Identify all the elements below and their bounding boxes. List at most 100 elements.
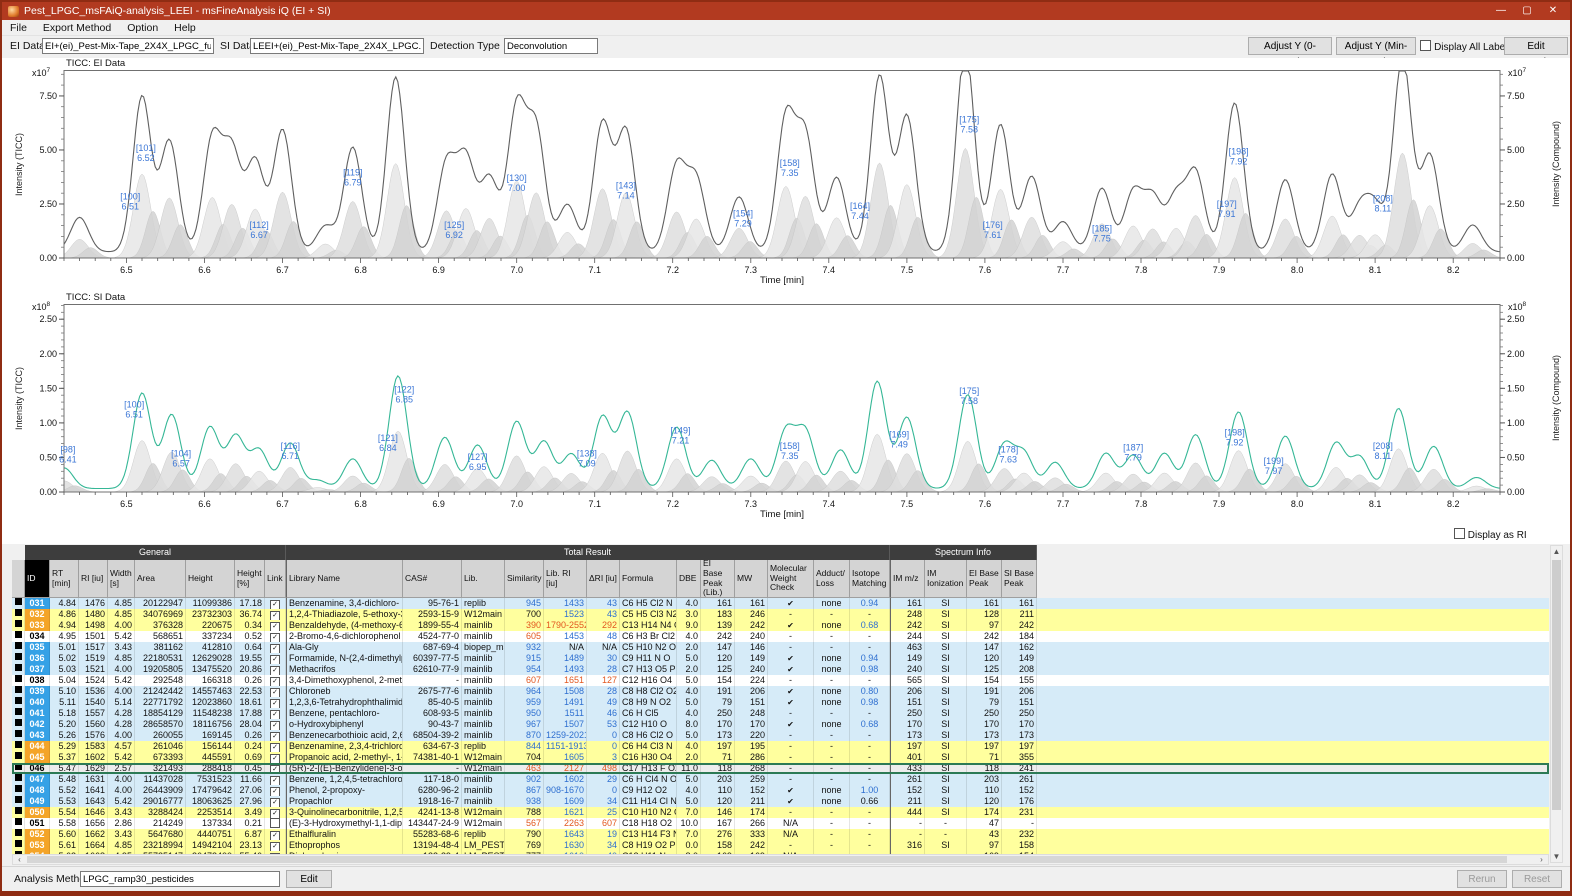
table-row-033[interactable]: 0334.9414984.003763282206750.34✓Benzalde…: [12, 620, 1549, 631]
column-header-adduct[interactable]: Adduct/ Loss: [814, 560, 850, 598]
column-header-eibpl[interactable]: EI Base Peak (Lib.): [701, 560, 735, 598]
column-header-mwc[interactable]: Molecular Weight Check: [768, 560, 814, 598]
column-header-cas[interactable]: CAS#: [403, 560, 462, 598]
column-header-dri[interactable]: ΔRI [iu]: [587, 560, 620, 598]
table-row-032[interactable]: 0324.8614804.85340769692373230336.74✓1,2…: [12, 609, 1549, 620]
chart-svg-0[interactable]: 6.56.66.76.86.97.07.17.27.37.47.57.67.77…: [30, 70, 1542, 276]
column-header-imion[interactable]: IM Ionization: [925, 560, 967, 598]
link-checkbox[interactable]: ✓: [270, 677, 280, 686]
horizontal-scroll-thumb[interactable]: [27, 856, 1507, 863]
column-header-dbe[interactable]: DBE: [677, 560, 701, 598]
column-header-eibp[interactable]: EI Base Peak: [967, 560, 1002, 598]
column-header-link[interactable]: Link: [265, 560, 286, 598]
column-header-ind[interactable]: [12, 560, 25, 598]
link-checkbox[interactable]: ✓: [270, 655, 280, 664]
link-checkbox[interactable]: ✓: [270, 754, 280, 763]
link-checkbox[interactable]: ✓: [270, 732, 280, 741]
column-header-lib_name[interactable]: Library Name: [286, 560, 403, 598]
table-row-051[interactable]: 0515.5816562.862142491373340.21(E)-3-Hyd…: [12, 818, 1549, 829]
table-row-049[interactable]: 0495.5316435.42290167771806362527.96✓Pro…: [12, 796, 1549, 807]
column-header-formula[interactable]: Formula: [620, 560, 677, 598]
column-header-sibp[interactable]: SI Base Peak: [1002, 560, 1037, 598]
column-header-rt[interactable]: RT [min]: [50, 560, 79, 598]
column-header-hp[interactable]: Height [%]: [235, 560, 265, 598]
column-header-ri[interactable]: RI [iu]: [79, 560, 108, 598]
table-row-042[interactable]: 0425.2015604.28286585701811675628.04✓o-H…: [12, 719, 1549, 730]
column-header-sim[interactable]: Similarity: [505, 560, 544, 598]
vertical-scrollbar[interactable]: ▲ ▼: [1550, 545, 1563, 863]
edit-analysis-method-button[interactable]: Edit: [286, 870, 332, 888]
table-row-039[interactable]: 0395.1015364.00212424421455746322.53✓Chl…: [12, 686, 1549, 697]
link-checkbox[interactable]: ✓: [270, 611, 280, 620]
table-row-047[interactable]: 0475.4816314.0011437028753152311.66✓Benz…: [12, 774, 1549, 785]
vertical-scroll-thumb[interactable]: [1552, 560, 1561, 810]
table-row-041[interactable]: 0415.1815574.28188541291154823817.88✓Ben…: [12, 708, 1549, 719]
table-row-052[interactable]: 0525.6016623.43564768044407516.87✓Ethalf…: [12, 829, 1549, 840]
table-row-048[interactable]: 0485.5216414.00264439091747964227.06✓Phe…: [12, 785, 1549, 796]
adjust-y-0max-button[interactable]: Adjust Y (0-Max): [1248, 37, 1332, 55]
link-checkbox[interactable]: [270, 818, 280, 828]
menu-option[interactable]: Option: [119, 22, 166, 34]
table-row-037[interactable]: 0375.0315214.00192058051347552020.86✓Met…: [12, 664, 1549, 675]
column-header-h[interactable]: Height: [186, 560, 235, 598]
scroll-down-icon[interactable]: ▼: [1551, 852, 1562, 861]
column-header-w[interactable]: Width [s]: [108, 560, 135, 598]
display-all-labels-checkbox[interactable]: [1420, 40, 1431, 51]
link-checkbox[interactable]: ✓: [270, 622, 280, 631]
reset-button[interactable]: Reset: [1512, 870, 1562, 888]
scroll-up-icon[interactable]: ▲: [1551, 547, 1562, 556]
table-row-031[interactable]: 0314.8414764.85201229471109938617.18✓Ben…: [12, 598, 1549, 609]
link-checkbox[interactable]: ✓: [270, 798, 280, 807]
column-header-mw[interactable]: MW: [735, 560, 768, 598]
column-header-imz[interactable]: IM m/z: [890, 560, 925, 598]
link-checkbox[interactable]: ✓: [270, 787, 280, 796]
analysis-method-input[interactable]: [80, 871, 280, 887]
link-checkbox[interactable]: ✓: [270, 809, 280, 818]
column-header-lib[interactable]: Lib.: [462, 560, 505, 598]
link-checkbox[interactable]: ✓: [270, 688, 280, 697]
edit-detection-button[interactable]: Edit Detection: [1504, 37, 1568, 55]
link-checkbox[interactable]: ✓: [270, 765, 280, 774]
menu-help[interactable]: Help: [166, 22, 204, 34]
link-checkbox[interactable]: ✓: [270, 633, 280, 642]
table-row-035[interactable]: 0355.0115173.433811624128100.64✓Ala-Gly6…: [12, 642, 1549, 653]
table-row-034[interactable]: 0344.9515015.425686513372340.52✓2-Bromo-…: [12, 631, 1549, 642]
scroll-right-icon[interactable]: ›: [1536, 855, 1547, 864]
scroll-left-icon[interactable]: ‹: [14, 855, 25, 864]
table-row-050[interactable]: 0505.5416463.43328842422535143.49✓3-Quin…: [12, 807, 1549, 818]
column-header-libri[interactable]: Lib. RI [iu]: [544, 560, 587, 598]
link-checkbox[interactable]: ✓: [270, 831, 280, 840]
chart-svg-1[interactable]: 6.56.66.76.86.97.07.17.27.37.47.57.67.77…: [30, 304, 1542, 510]
display-as-ri-checkbox[interactable]: [1454, 528, 1465, 539]
table-row-036[interactable]: 0365.0215194.85221805311262902819.55✓For…: [12, 653, 1549, 664]
link-checkbox[interactable]: ✓: [270, 776, 280, 785]
table-row-053[interactable]: 0535.6116644.85232189941494210423.13✓Eth…: [12, 840, 1549, 851]
link-checkbox[interactable]: ✓: [270, 644, 280, 653]
minimize-button[interactable]: —: [1488, 2, 1514, 20]
ei-data-input[interactable]: [42, 38, 214, 54]
detection-type-input[interactable]: [504, 38, 598, 54]
link-checkbox[interactable]: ✓: [270, 842, 280, 851]
adjust-y-minmax-button[interactable]: Adjust Y (Min-Max): [1336, 37, 1416, 55]
table-row-043[interactable]: 0435.2615764.002600551691450.26✓Benzenec…: [12, 730, 1549, 741]
table-row-040[interactable]: 0405.1115405.14227717921202386018.61✓1,2…: [12, 697, 1549, 708]
link-checkbox[interactable]: ✓: [270, 743, 280, 752]
menu-file[interactable]: File: [2, 22, 35, 34]
maximize-button[interactable]: ▢: [1514, 2, 1540, 20]
si-data-input[interactable]: [250, 38, 424, 54]
link-checkbox[interactable]: ✓: [270, 721, 280, 730]
table-row-045[interactable]: 0455.3716025.426733934455910.69✓Propanoi…: [12, 752, 1549, 763]
table-row-044[interactable]: 0445.2915834.572610461561440.24✓Benzenam…: [12, 741, 1549, 752]
rerun-button[interactable]: Rerun: [1457, 870, 1507, 888]
column-header-iso[interactable]: Isotope Matching: [850, 560, 890, 598]
column-header-area[interactable]: Area: [135, 560, 186, 598]
menu-export-method[interactable]: Export Method: [35, 22, 119, 34]
link-checkbox[interactable]: ✓: [270, 699, 280, 708]
table-row-038[interactable]: 0385.0415245.422925481663180.26✓3,4-Dime…: [12, 675, 1549, 686]
link-checkbox[interactable]: ✓: [270, 600, 280, 609]
link-checkbox[interactable]: ✓: [270, 666, 280, 675]
column-header-id[interactable]: ID: [25, 560, 50, 598]
horizontal-scrollbar[interactable]: ‹ ›: [12, 854, 1549, 865]
table-row-046[interactable]: 0465.4716292.573214932884180.45✓(5R)-2-[…: [12, 763, 1549, 774]
close-button[interactable]: ✕: [1540, 2, 1566, 20]
